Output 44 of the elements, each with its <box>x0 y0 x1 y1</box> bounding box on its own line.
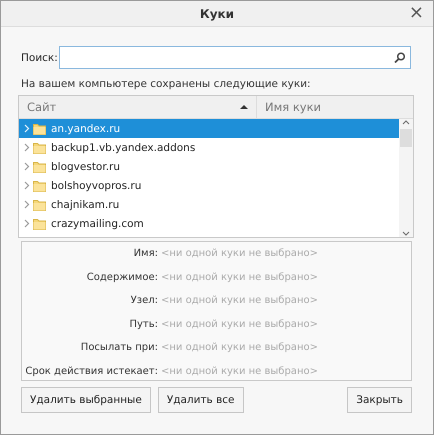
field-value: <ни одной куки не выбрано> <box>160 272 319 284</box>
scrollbar-thumb[interactable] <box>400 129 412 147</box>
field-value: <ни одной куки не выбрано> <box>160 366 319 378</box>
search-icon <box>394 52 405 63</box>
field-label: Посылать при: <box>80 342 158 355</box>
tree-item[interactable]: crazymailing.com <box>19 214 399 233</box>
field-label: Содержимое: <box>86 272 158 284</box>
expander-icon <box>22 219 31 228</box>
field-label: Узел: <box>130 295 158 308</box>
dialog-button[interactable]: Удалить все <box>158 387 244 413</box>
expander-icon <box>22 162 31 171</box>
tree-item[interactable]: blogvestor.ru <box>19 157 399 176</box>
field-value: <ни одной куки не выбрано> <box>160 248 319 261</box>
field-label: Путь: <box>128 318 158 332</box>
expander-icon <box>22 181 31 190</box>
field-label: Срок действия истекает: <box>24 366 158 378</box>
field-value: <ни одной куки не выбрано> <box>160 342 319 355</box>
field-value: <ни одной куки не выбрано> <box>160 295 319 308</box>
folder-icon <box>33 160 46 173</box>
window-title: Куки <box>200 6 234 20</box>
search-label: Поиск: <box>21 52 58 64</box>
expander-icon <box>22 143 31 152</box>
search-field[interactable] <box>58 46 411 69</box>
tree-item[interactable]: bolshoyvopros.ru <box>19 176 399 195</box>
scroll-up-icon <box>402 119 410 126</box>
intro-text: На вашем компьютере сохранены следующие куки: <box>21 78 312 90</box>
folder-icon <box>33 217 46 230</box>
expander-icon <box>22 200 31 209</box>
dialog-button[interactable]: Закрыть <box>347 387 412 413</box>
field-label: Имя: <box>132 248 158 261</box>
close-button[interactable]: × <box>406 3 427 23</box>
folder-icon <box>33 122 46 135</box>
folder-icon <box>33 141 46 154</box>
expander-icon <box>22 124 31 133</box>
folder-icon <box>33 198 46 211</box>
column-header[interactable]: Имя куки <box>257 96 413 118</box>
field-value: <ни одной куки не выбрано> <box>160 318 319 332</box>
folder-icon <box>33 179 46 192</box>
column-header[interactable]: Сайт <box>19 96 257 118</box>
scroll-down-icon <box>402 230 410 237</box>
tree-item[interactable]: chajnikam.ru <box>19 195 399 214</box>
tree-item[interactable]: an.yandex.ru <box>19 119 399 138</box>
dialog-button[interactable]: Удалить выбранные <box>21 387 151 413</box>
tree-item[interactable]: backup1.vb.yandex.addons <box>19 138 399 157</box>
